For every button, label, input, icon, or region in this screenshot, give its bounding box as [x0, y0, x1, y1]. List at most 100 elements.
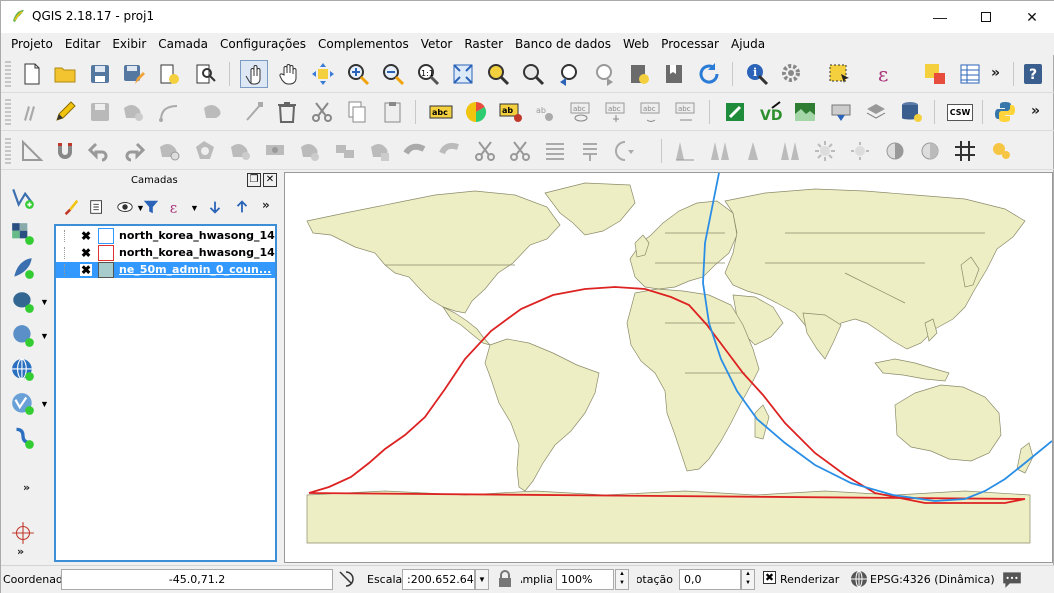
highlight-pinned-labels-button[interactable]: ab [497, 98, 525, 126]
menu-processar[interactable]: Processar [655, 33, 725, 55]
expand-all-button[interactable] [204, 196, 226, 218]
touch-zoom-pan-button[interactable] [240, 60, 268, 88]
add-part-button[interactable] [226, 137, 254, 165]
world-map[interactable] [285, 173, 1052, 562]
add-circular-string-button[interactable] [155, 98, 183, 126]
layer-symbol-red[interactable] [98, 245, 114, 261]
minimize-button[interactable]: — [917, 1, 963, 33]
rotate-feature-button[interactable] [436, 137, 464, 165]
crs-label[interactable]: EPSG:4326 (Dinâmica) [870, 573, 995, 586]
lock-scale-button[interactable] [495, 568, 515, 590]
raster-tool-1[interactable] [671, 137, 699, 165]
layer-visibility-checkbox[interactable]: ✖ [80, 230, 92, 242]
coordinate-field[interactable]: -45.0,71.2 [61, 569, 333, 590]
plugin-button-3[interactable] [791, 98, 819, 126]
magnifier-field[interactable]: 100% [556, 569, 614, 590]
move-feature-button[interactable] [199, 98, 227, 126]
composer-manager-button[interactable] [191, 60, 219, 88]
menu-exibir[interactable]: Exibir [106, 33, 152, 55]
collapse-all-button[interactable] [231, 196, 253, 218]
rotate-point-symbols-button[interactable] [611, 137, 639, 165]
decrease-brightness-button[interactable] [846, 137, 874, 165]
merge-features-button[interactable] [541, 137, 569, 165]
close-button[interactable]: ✕ [1009, 1, 1054, 33]
messages-button[interactable] [1001, 568, 1023, 590]
move-label-button[interactable]: abc [602, 98, 630, 126]
advanced-digitizing-button[interactable] [18, 137, 46, 165]
select-features-button[interactable] [825, 60, 853, 88]
show-bookmarks-button[interactable] [660, 60, 688, 88]
split-features-button[interactable] [471, 137, 499, 165]
layer-visibility-checkbox[interactable]: ✖ [80, 247, 92, 259]
merge-attributes-button[interactable] [576, 137, 604, 165]
map-canvas[interactable] [284, 172, 1053, 563]
layer-labeling-button[interactable]: abc [427, 98, 455, 126]
toggle-extents-button[interactable] [336, 568, 356, 590]
add-group-button[interactable] [86, 196, 108, 218]
magnifier-spinner[interactable]: ▲ ▼ [615, 569, 629, 590]
node-tool-button[interactable] [241, 98, 269, 126]
chevron-down-icon[interactable]: ▼ [40, 297, 49, 307]
zoom-out-button[interactable] [379, 60, 407, 88]
plugin-button-2[interactable]: VD [756, 98, 784, 126]
layer-item[interactable]: ✖ north_korea_hwasong_14 [56, 228, 275, 244]
menu-projeto[interactable]: Projeto [5, 33, 59, 55]
show-hide-labels-button[interactable]: abc [567, 98, 595, 126]
copy-features-button[interactable] [343, 98, 371, 126]
menu-raster[interactable]: Raster [458, 33, 509, 55]
zoom-next-button[interactable] [590, 60, 618, 88]
select-by-expression-button[interactable]: ε [873, 60, 901, 88]
menu-ajuda[interactable]: Ajuda [725, 33, 771, 55]
rotate-label-button[interactable]: abc [637, 98, 665, 126]
menu-configuracoes[interactable]: Configurações [214, 33, 312, 55]
add-feature-button[interactable] [119, 98, 147, 126]
crs-button[interactable] [849, 568, 869, 590]
layer-item[interactable]: ✖ north_korea_hwasong_14 [56, 245, 275, 261]
menu-web[interactable]: Web [617, 33, 655, 55]
layer-symbol-fill[interactable] [98, 262, 114, 278]
save-project-button[interactable] [86, 60, 114, 88]
chevron-down-icon[interactable]: ▼ [190, 203, 199, 213]
toolbar-overflow-button[interactable]: » [23, 481, 30, 494]
toolbar-grip[interactable] [5, 61, 11, 87]
toolbar-overflow-button[interactable]: » [1031, 103, 1040, 119]
chevron-down-icon[interactable]: ▼ [40, 331, 49, 341]
new-bookmark-button[interactable] [625, 60, 653, 88]
zoom-in-button[interactable] [344, 60, 372, 88]
rotation-field[interactable]: 0,0 [679, 569, 741, 590]
scale-combo[interactable]: :200.652.641 [402, 569, 481, 590]
filter-expression-button[interactable]: ε [166, 196, 188, 218]
delete-selected-button[interactable] [273, 98, 301, 126]
layer-symbol-blue[interactable] [98, 228, 114, 244]
chevron-down-icon[interactable]: ▼ [40, 399, 49, 409]
delete-part-button[interactable] [331, 137, 359, 165]
pan-to-selection-button[interactable] [309, 60, 337, 88]
reshape-features-button[interactable] [366, 137, 394, 165]
zoom-to-layer-button[interactable] [519, 60, 547, 88]
toolbar-grip[interactable] [5, 99, 11, 125]
paste-features-button[interactable] [379, 98, 407, 126]
add-vector-layer-button[interactable] [7, 183, 39, 213]
add-virtual-layer-button[interactable] [7, 423, 39, 453]
add-wfs-layer-button[interactable] [7, 389, 39, 419]
scale-dropdown-button[interactable]: ▼ [475, 569, 489, 590]
manage-map-themes-button[interactable] [114, 196, 136, 218]
diagram-options-button[interactable] [462, 98, 490, 126]
current-edits-button[interactable] [18, 98, 46, 126]
capture-coordinate-button[interactable] [7, 518, 39, 548]
split-parts-button[interactable] [506, 137, 534, 165]
enable-snapping-button[interactable] [51, 137, 79, 165]
add-spatialite-layer-button[interactable] [7, 321, 39, 351]
add-delimited-text-button[interactable] [7, 253, 39, 283]
identify-button[interactable]: i [743, 60, 771, 88]
increase-contrast-button[interactable] [881, 137, 909, 165]
redo-button[interactable] [119, 137, 147, 165]
add-postgis-layer-button[interactable] [7, 287, 39, 317]
menu-camada[interactable]: Camada [152, 33, 214, 55]
csw-button[interactable]: CSW [946, 98, 974, 126]
offset-curve-button[interactable] [401, 137, 429, 165]
pin-unpin-labels-button[interactable]: ab [532, 98, 560, 126]
save-as-button[interactable] [119, 60, 147, 88]
add-raster-layer-button[interactable] [7, 219, 39, 249]
menu-vetor[interactable]: Vetor [415, 33, 459, 55]
